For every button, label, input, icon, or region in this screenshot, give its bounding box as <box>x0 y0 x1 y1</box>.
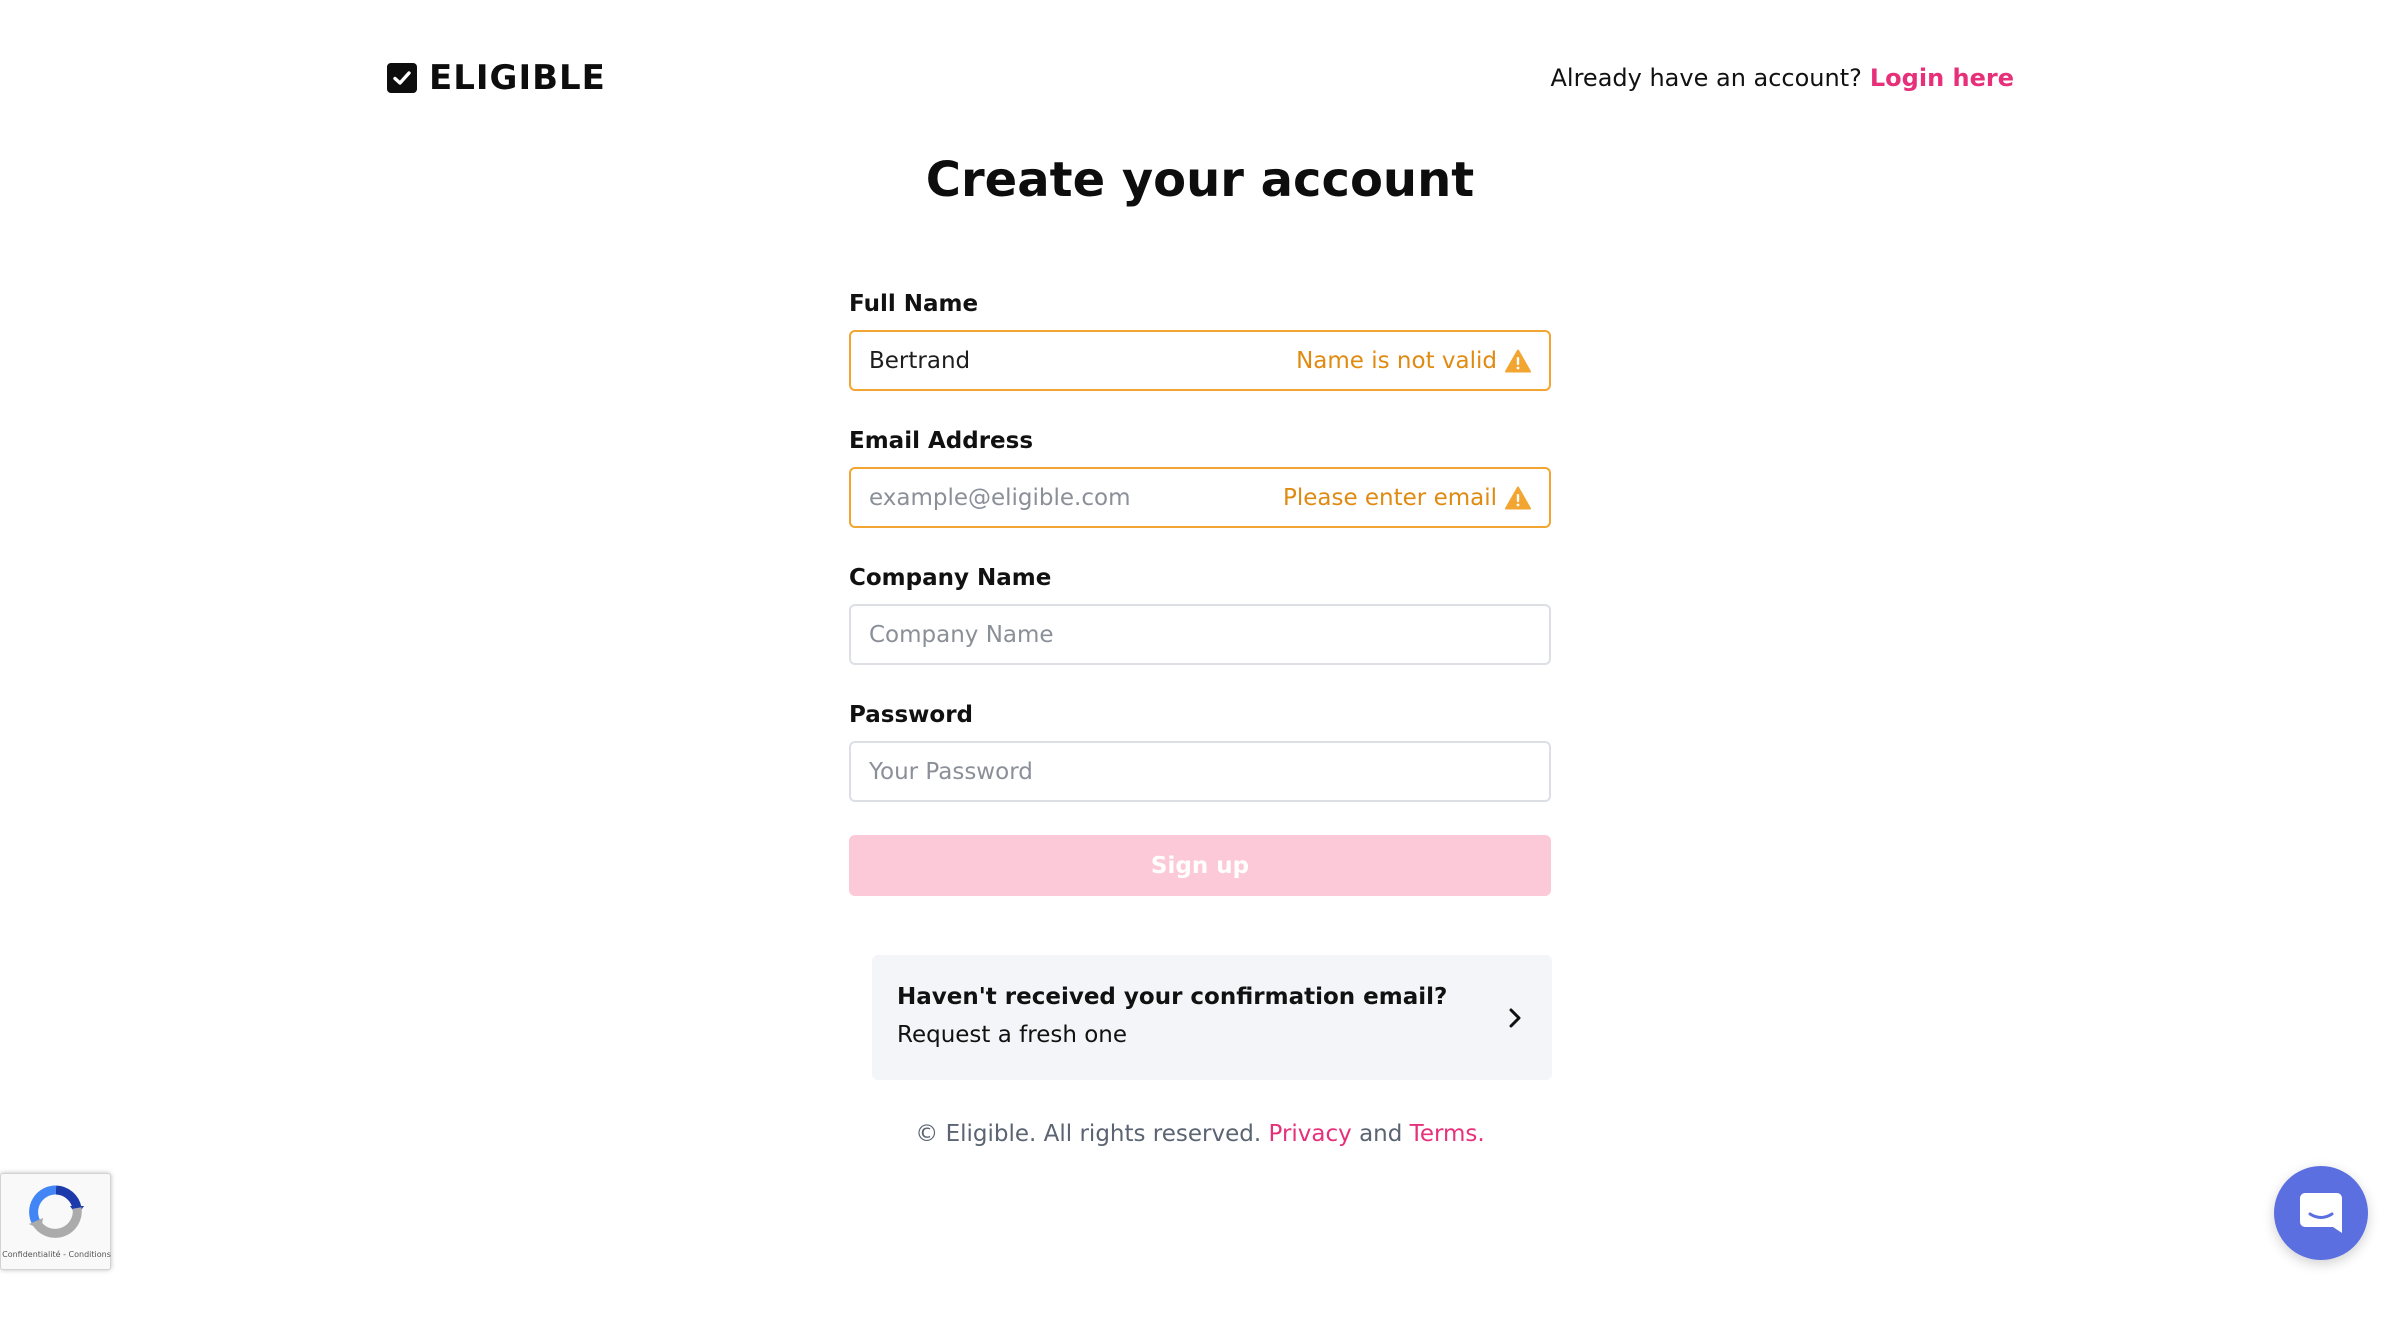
page-header: ELIGIBLE Already have an account? Login h… <box>387 56 2014 104</box>
chat-icon <box>2300 1193 2342 1233</box>
chat-launcher-button[interactable] <box>2274 1166 2368 1260</box>
copyright-text: © Eligible. All rights reserved. <box>915 1121 1262 1147</box>
resend-confirmation-title: Haven't received your confirmation email… <box>897 984 1448 1010</box>
brand-logo[interactable]: ELIGIBLE <box>387 60 606 96</box>
page-title: Create your account <box>925 152 1475 208</box>
brand-name: ELIGIBLE <box>429 58 606 98</box>
full-name-input[interactable] <box>851 332 1549 389</box>
email-label: Email Address <box>849 428 1034 454</box>
email-field-wrapper: Please enter email <box>849 467 1551 528</box>
full-name-label: Full Name <box>849 291 979 317</box>
privacy-link[interactable]: Privacy <box>1268 1121 1351 1147</box>
login-link[interactable]: Login here <box>1870 64 2014 92</box>
recaptcha-icon <box>29 1185 84 1238</box>
chevron-right-icon <box>1509 1008 1521 1028</box>
resend-confirmation-card[interactable]: Haven't received your confirmation email… <box>872 955 1552 1080</box>
sign-up-button[interactable]: Sign up <box>849 835 1551 896</box>
recaptcha-badge[interactable]: Confidentialité - Conditions <box>0 1173 111 1270</box>
footer-period: . <box>1477 1121 1485 1147</box>
recaptcha-links[interactable]: Confidentialité - Conditions <box>1 1250 112 1259</box>
company-name-input[interactable] <box>851 606 1549 663</box>
company-name-label: Company Name <box>849 565 1052 591</box>
company-name-field-wrapper <box>849 604 1551 665</box>
email-input[interactable] <box>851 469 1549 526</box>
page-footer: © Eligible. All rights reserved. Privacy… <box>0 1121 2400 1147</box>
login-prompt: Already have an account? Login here <box>1551 64 2015 92</box>
terms-link[interactable]: Terms <box>1410 1121 1478 1147</box>
login-prompt-text: Already have an account? <box>1550 64 1862 92</box>
password-label: Password <box>849 702 973 728</box>
signup-form: Full Name Name is not valid Email Addres… <box>849 288 1551 896</box>
footer-and: and <box>1359 1121 1403 1147</box>
resend-confirmation-subtitle: Request a fresh one <box>897 1022 1128 1048</box>
password-field-wrapper <box>849 741 1551 802</box>
full-name-field-wrapper: Name is not valid <box>849 330 1551 391</box>
checkbox-check-icon <box>387 63 417 93</box>
password-input[interactable] <box>851 743 1549 800</box>
